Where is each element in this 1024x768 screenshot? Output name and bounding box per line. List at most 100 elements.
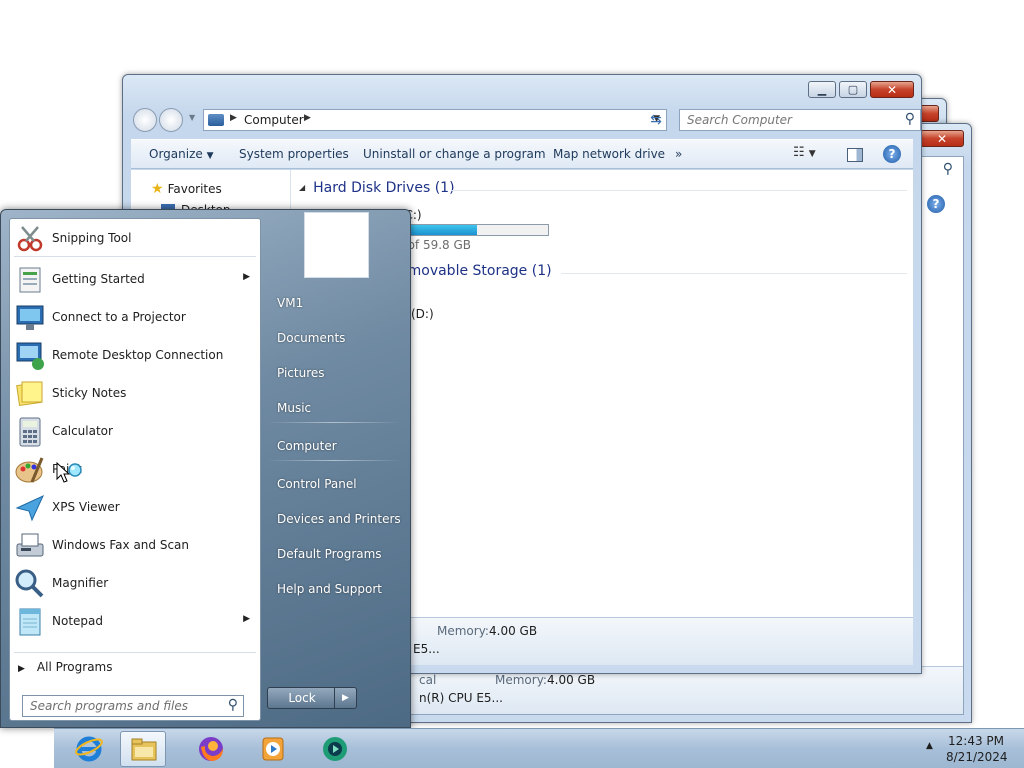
drive-d-label[interactable]: (D:): [411, 307, 434, 321]
memory-value: 4.00 GB: [547, 673, 596, 687]
start-link-vm1[interactable]: VM1: [277, 296, 303, 310]
map-network-drive-button[interactable]: Map network drive: [553, 147, 665, 161]
start-program-windows-fax-and-scan[interactable]: Windows Fax and Scan: [12, 528, 258, 564]
submenu-arrow-icon[interactable]: ▶: [243, 614, 250, 624]
taskbar-firefox[interactable]: [188, 731, 234, 767]
maximize-icon: ▢: [847, 83, 859, 96]
organize-button[interactable]: Organize ▼: [149, 147, 214, 161]
system-clock[interactable]: 12:43 PM 8/21/2024: [946, 733, 1008, 765]
power-options-arrow-icon[interactable]: ▶: [334, 688, 356, 708]
close-icon: ✕: [886, 82, 898, 97]
start-program-xps-viewer[interactable]: XPS Viewer: [12, 490, 258, 526]
start-link-music[interactable]: Music: [277, 401, 311, 415]
projector-icon: [16, 305, 44, 330]
group-header-removable[interactable]: emovable Storage (1): [399, 263, 552, 279]
program-label: Notepad: [52, 614, 103, 628]
start-program-connect-to-a-projector[interactable]: Connect to a Projector: [12, 300, 258, 336]
program-label: Remote Desktop Connection: [52, 348, 224, 362]
help-icon[interactable]: ?: [883, 145, 901, 163]
all-programs-label: All Programs: [36, 660, 113, 674]
clock-time: 12:43 PM: [948, 734, 1004, 748]
start-menu-programs-pane: Snipping Tool Getting Started ▶ Connect to …: [9, 218, 261, 721]
sticky-notes-icon: [16, 381, 43, 406]
help-icon[interactable]: ?: [927, 195, 945, 213]
program-label: Sticky Notes: [52, 386, 127, 400]
memory-value: 4.00 GB: [489, 624, 538, 638]
start-program-magnifier[interactable]: Magnifier: [12, 566, 258, 602]
lock-button[interactable]: Lock ▶: [267, 687, 357, 709]
window-caption-buttons: ▁ ▢ ✕: [805, 81, 914, 98]
more-commands-button[interactable]: »: [675, 147, 682, 161]
magnifier-icon: [15, 569, 44, 598]
close-button[interactable]: ✕: [870, 81, 914, 98]
media-player-icon: [262, 737, 284, 761]
start-program-getting-started[interactable]: Getting Started ▶: [12, 262, 258, 298]
start-link-documents[interactable]: Documents: [277, 331, 345, 345]
clock-date: 8/21/2024: [946, 750, 1008, 764]
uninstall-program-button[interactable]: Uninstall or change a program: [363, 147, 546, 161]
paint-icon: [15, 457, 44, 483]
nav-item-favorites[interactable]: ★ Favorites: [151, 181, 222, 197]
minimize-button[interactable]: ▁: [808, 81, 836, 98]
breadcrumb-computer[interactable]: Computer: [244, 113, 304, 127]
submenu-arrow-icon[interactable]: ▶: [243, 272, 250, 282]
start-program-sticky-notes[interactable]: Sticky Notes: [12, 376, 258, 412]
close-button[interactable]: ✕: [920, 130, 964, 147]
notepad-icon: [19, 608, 41, 636]
search-icon[interactable]: ⚲: [228, 697, 238, 713]
group-header-hard-disks[interactable]: ◢ Hard Disk Drives (1): [299, 180, 455, 196]
forward-button[interactable]: [159, 108, 183, 132]
system-properties-button[interactable]: System properties: [239, 147, 349, 161]
search-placeholder: Search Computer: [687, 113, 792, 127]
separator: [267, 422, 401, 423]
start-program-paint[interactable]: Paint: [12, 452, 258, 488]
start-link-pictures[interactable]: Pictures: [277, 366, 325, 380]
start-link-devices-and-printers[interactable]: Devices and Printers: [277, 512, 401, 526]
program-label: Calculator: [52, 424, 113, 438]
recent-pages-icon[interactable]: ▼: [189, 113, 195, 122]
cpu-value: E5...: [413, 642, 440, 656]
taskbar-internet-explorer[interactable]: [66, 731, 112, 767]
start-link-default-programs[interactable]: Default Programs: [277, 547, 382, 561]
start-link-computer[interactable]: Computer: [277, 439, 337, 453]
collapse-icon: ◢: [299, 183, 306, 192]
user-avatar[interactable]: [304, 212, 369, 278]
taskbar-file-explorer[interactable]: [120, 731, 166, 767]
group-divider: [561, 273, 907, 274]
breadcrumb-arrow-icon[interactable]: ▶: [230, 113, 237, 123]
show-hidden-icons-arrow[interactable]: ▲: [926, 741, 933, 751]
breadcrumb-arrow-icon[interactable]: ▶: [304, 113, 311, 123]
preview-pane-icon[interactable]: [847, 148, 863, 162]
group-header-label: Hard Disk Drives (1): [313, 180, 455, 196]
taskbar: ▲ 12:43 PM 8/21/2024: [54, 728, 1024, 768]
start-program-snipping-tool[interactable]: Snipping Tool: [12, 221, 258, 257]
search-icon[interactable]: ⚲: [905, 111, 915, 127]
file-explorer-icon: [131, 738, 157, 761]
address-row: ▼ ▶ Computer ▶ ▼ ⇆ Search Computer ⚲: [131, 105, 921, 135]
taskbar-app-5[interactable]: [312, 731, 358, 767]
fax-icon: [16, 533, 44, 557]
view-options-icon[interactable]: ☷ ▼: [793, 145, 816, 160]
minimize-icon: ▁: [817, 83, 827, 96]
start-program-notepad[interactable]: Notepad ▶: [12, 604, 258, 640]
search-box[interactable]: Search Computer ⚲: [679, 109, 921, 131]
start-search-input[interactable]: Search programs and files ⚲: [22, 695, 244, 717]
getting-started-icon: [19, 267, 41, 293]
address-bar[interactable]: ▶ Computer ▶ ▼: [203, 109, 667, 131]
maximize-button[interactable]: ▢: [839, 81, 867, 98]
back-button[interactable]: [133, 108, 157, 132]
start-program-remote-desktop-connection[interactable]: Remote Desktop Connection: [12, 338, 258, 374]
refresh-icon[interactable]: ⇆: [645, 109, 667, 131]
all-programs-button[interactable]: ▶ All Programs: [18, 660, 113, 674]
taskbar-media-player[interactable]: [250, 731, 296, 767]
start-program-calculator[interactable]: Calculator: [12, 414, 258, 450]
start-link-help-and-support[interactable]: Help and Support: [277, 582, 382, 596]
arrow-right-icon: ▶: [18, 664, 25, 674]
start-link-control-panel[interactable]: Control Panel: [277, 477, 357, 491]
calculator-icon: [19, 417, 41, 447]
memory-label: Memory:: [495, 673, 547, 687]
star-icon: ★: [151, 181, 164, 197]
close-icon: ✕: [936, 131, 948, 146]
start-search-placeholder: Search programs and files: [30, 699, 188, 713]
search-icon[interactable]: ⚲: [943, 161, 953, 177]
